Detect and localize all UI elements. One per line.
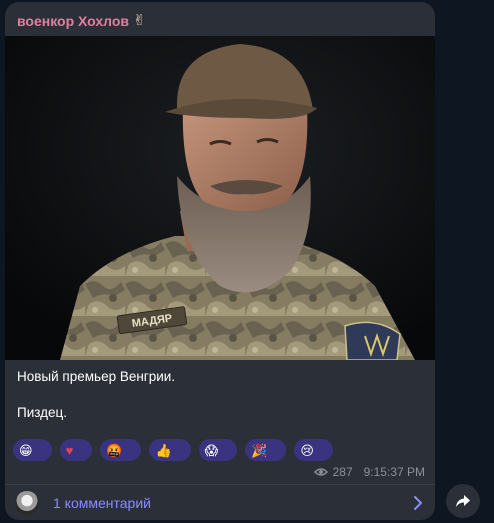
reaction-party-popper[interactable]: 🎉 bbox=[245, 439, 287, 461]
chevron-right-icon[interactable] bbox=[413, 495, 423, 511]
message-meta: 287 9:15:37 PM bbox=[313, 464, 425, 480]
message-text: Новый премьер Венгрии. Пиздец. bbox=[17, 368, 423, 422]
sender-name-text[interactable]: военкор Хохлов bbox=[17, 11, 129, 31]
reaction-cursing[interactable]: 🤬 bbox=[100, 439, 142, 461]
view-count: 287 bbox=[332, 465, 353, 479]
victory-hand-icon: ✌ bbox=[133, 12, 146, 29]
message-line-2: Пиздец. bbox=[17, 405, 68, 420]
message-bubble[interactable]: военкор Хохлов ✌ МАДЯР Новый премьер Вен… bbox=[5, 2, 435, 520]
thumbs-up-emoji-icon: 👍 bbox=[155, 442, 172, 458]
screaming-emoji-icon: 😱 bbox=[204, 442, 219, 458]
reaction-heart[interactable]: ♥ bbox=[59, 439, 93, 461]
cursing-emoji-icon: 🤬 bbox=[106, 442, 123, 458]
party-popper-emoji-icon: 🎉 bbox=[251, 442, 268, 458]
crying-emoji-icon: 😢 bbox=[300, 442, 314, 458]
soldier-portrait-image: МАДЯР bbox=[5, 36, 435, 360]
message-photo[interactable]: МАДЯР bbox=[5, 36, 435, 360]
reaction-crying[interactable]: 😢 bbox=[294, 439, 333, 461]
message-line-1: Новый премьер Венгрии. bbox=[17, 369, 176, 384]
comments-button[interactable]: 1 комментарий bbox=[5, 486, 435, 520]
reaction-grin[interactable]: 😁 bbox=[13, 439, 52, 461]
reaction-screaming[interactable]: 😱 bbox=[198, 439, 238, 461]
share-button[interactable] bbox=[446, 484, 480, 518]
eye-icon bbox=[313, 468, 328, 476]
sender-name[interactable]: военкор Хохлов ✌ bbox=[17, 11, 146, 31]
divider bbox=[5, 484, 435, 485]
commenter-avatar bbox=[15, 491, 39, 515]
comments-label[interactable]: 1 комментарий bbox=[53, 495, 151, 511]
reactions-bar: 😁 ♥ 🤬 👍 😱 🎉 😢 bbox=[13, 439, 427, 463]
heart-emoji-icon: ♥ bbox=[65, 442, 74, 458]
message-time: 9:15:37 PM bbox=[363, 465, 425, 479]
reaction-thumbs-up[interactable]: 👍 bbox=[149, 439, 191, 461]
grin-emoji-icon: 😁 bbox=[19, 442, 33, 458]
share-arrow-icon bbox=[456, 495, 470, 507]
